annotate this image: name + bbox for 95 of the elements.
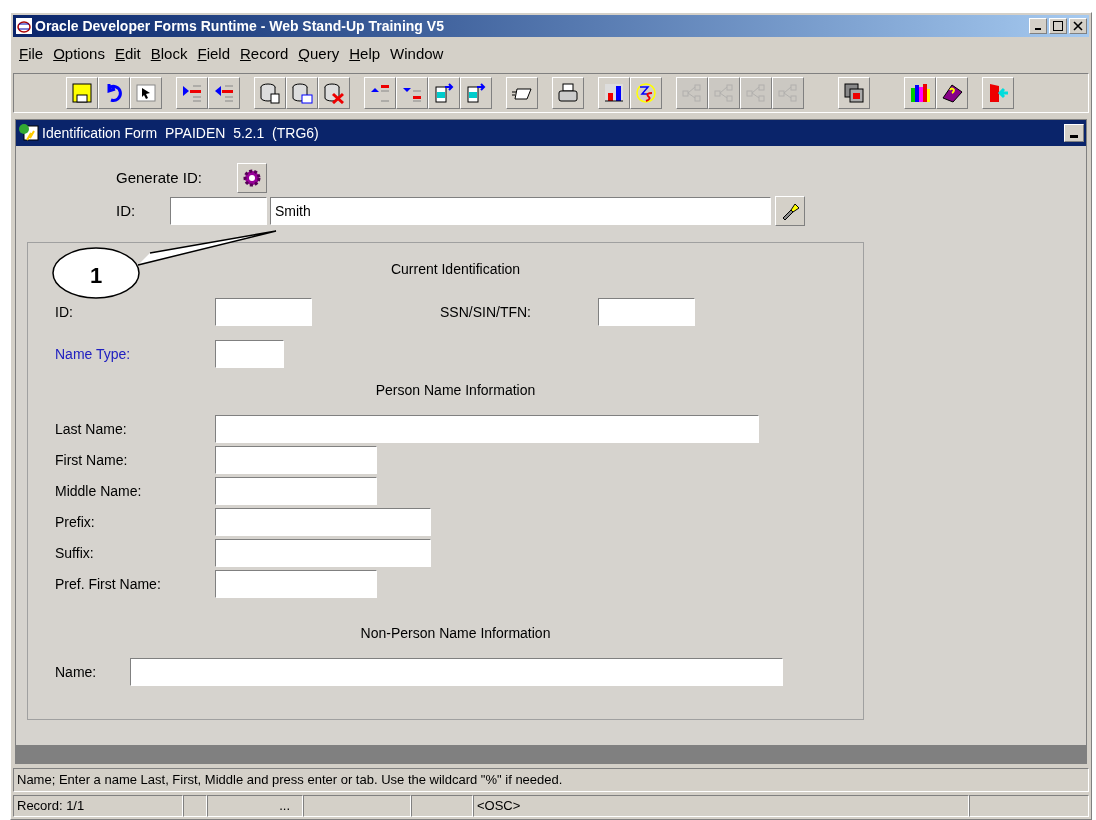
maximize-button[interactable] bbox=[1049, 18, 1067, 34]
text-field[interactable] bbox=[215, 415, 759, 443]
books-icon bbox=[909, 82, 931, 104]
database-icon bbox=[291, 82, 313, 104]
text-field[interactable]: Smith bbox=[270, 197, 771, 225]
arrow-lines-icon bbox=[213, 82, 235, 104]
toolbar-button[interactable] bbox=[630, 77, 662, 109]
field-label: Middle Name: bbox=[55, 481, 143, 501]
menu-item[interactable]: Block bbox=[150, 42, 188, 66]
text-field[interactable] bbox=[170, 197, 267, 225]
database-icon bbox=[323, 82, 345, 104]
text-field[interactable] bbox=[215, 508, 431, 536]
document-arrow-icon bbox=[465, 82, 487, 104]
toolbar-button[interactable] bbox=[904, 77, 936, 109]
menu-item[interactable]: File bbox=[19, 42, 44, 66]
minimize-button[interactable] bbox=[1064, 124, 1084, 142]
field-label: First Name: bbox=[55, 450, 129, 470]
printer-icon bbox=[557, 82, 579, 104]
toolbar-button[interactable] bbox=[254, 77, 286, 109]
menu-item[interactable]: Query bbox=[298, 42, 340, 66]
maximize-icon bbox=[1053, 21, 1063, 31]
form-title: Identification Form PPAIDEN 5.2.1 (TRG6) bbox=[42, 123, 319, 143]
toolbar-button[interactable] bbox=[66, 77, 98, 109]
field-label: Name: bbox=[55, 662, 98, 682]
field-label: ID: bbox=[116, 200, 137, 221]
toolbar-button[interactable] bbox=[598, 77, 630, 109]
database-icon bbox=[259, 82, 281, 104]
help-book-icon bbox=[941, 82, 963, 104]
text-field[interactable] bbox=[215, 298, 312, 326]
list-arrow-icon bbox=[369, 82, 391, 104]
toolbar-button[interactable] bbox=[428, 77, 460, 109]
window-title: Oracle Developer Forms Runtime - Web Stand-Up Training V5 bbox=[35, 16, 444, 36]
app-icon bbox=[15, 17, 33, 35]
flashlight-icon bbox=[780, 201, 800, 221]
field-label: Generate ID: bbox=[116, 167, 203, 188]
toolbar-button[interactable] bbox=[936, 77, 968, 109]
status-cell bbox=[183, 795, 207, 817]
text-field[interactable] bbox=[598, 298, 695, 326]
tree-diagram-icon bbox=[713, 82, 735, 104]
menu-item[interactable]: Field bbox=[197, 42, 230, 66]
menu-item[interactable]: Edit bbox=[114, 42, 141, 66]
toolbar-button[interactable] bbox=[838, 77, 870, 109]
section-heading: Person Name Information bbox=[375, 381, 536, 400]
status-cell: <OSC> bbox=[473, 795, 969, 817]
exit-door-icon bbox=[987, 82, 1009, 104]
cursor-icon bbox=[135, 82, 157, 104]
bar-chart-icon bbox=[603, 82, 625, 104]
text-field[interactable] bbox=[215, 539, 431, 567]
field-label: Pref. First Name: bbox=[55, 574, 162, 594]
section-heading: Current Identification bbox=[390, 260, 521, 279]
toolbar-button[interactable] bbox=[460, 77, 492, 109]
arrow-lines-icon bbox=[181, 82, 203, 104]
toolbar-button[interactable] bbox=[552, 77, 584, 109]
field-label: Suffix: bbox=[55, 543, 95, 563]
search-button[interactable] bbox=[775, 196, 805, 226]
close-icon bbox=[1073, 21, 1083, 31]
menu-item[interactable]: Window bbox=[390, 42, 444, 66]
status-cell: Record: 1/1 bbox=[13, 795, 183, 817]
minimize-button[interactable] bbox=[1029, 18, 1047, 34]
menu-item[interactable]: Options bbox=[53, 42, 105, 66]
text-field[interactable] bbox=[215, 340, 284, 368]
circle-symbol-icon bbox=[635, 82, 657, 104]
field-label: SSN/SIN/TFN: bbox=[440, 302, 532, 322]
section-heading: Non-Person Name Information bbox=[360, 624, 551, 643]
minimize-icon bbox=[1070, 135, 1078, 138]
status-cell bbox=[411, 795, 473, 817]
tree-diagram-icon bbox=[777, 82, 799, 104]
form-icon bbox=[18, 123, 40, 143]
minimize-icon bbox=[1035, 28, 1041, 30]
toolbar-button[interactable] bbox=[286, 77, 318, 109]
toolbar-button[interactable] bbox=[208, 77, 240, 109]
callout-number: 1 bbox=[90, 262, 103, 290]
hint-text: Name; Enter a name Last, First, Middle and press enter or tab. Use the wildcard "%" if needed. bbox=[17, 771, 563, 790]
generate-id-button[interactable] bbox=[237, 163, 267, 193]
document-arrow-icon bbox=[433, 82, 455, 104]
tree-diagram-icon bbox=[681, 82, 703, 104]
menu-item[interactable]: Record bbox=[240, 42, 289, 66]
field-label: ID: bbox=[55, 302, 74, 322]
text-field[interactable] bbox=[215, 570, 377, 598]
tree-diagram-icon bbox=[745, 82, 767, 104]
toolbar-button[interactable] bbox=[98, 77, 130, 109]
stacked-windows-icon bbox=[843, 82, 865, 104]
toolbar-button[interactable] bbox=[318, 77, 350, 109]
text-field[interactable] bbox=[130, 658, 783, 686]
text-field[interactable] bbox=[215, 477, 377, 505]
text-field[interactable] bbox=[215, 446, 377, 474]
toolbar-button[interactable] bbox=[130, 77, 162, 109]
field-label: Prefix: bbox=[55, 512, 96, 532]
status-cell: ... bbox=[207, 795, 303, 817]
field-label: Name Type: bbox=[55, 344, 132, 364]
close-button[interactable] bbox=[1069, 18, 1087, 34]
field-label: Last Name: bbox=[55, 419, 128, 439]
menu-item[interactable]: Help bbox=[349, 42, 381, 66]
gear-icon bbox=[242, 168, 262, 188]
toolbar-button[interactable] bbox=[176, 77, 208, 109]
